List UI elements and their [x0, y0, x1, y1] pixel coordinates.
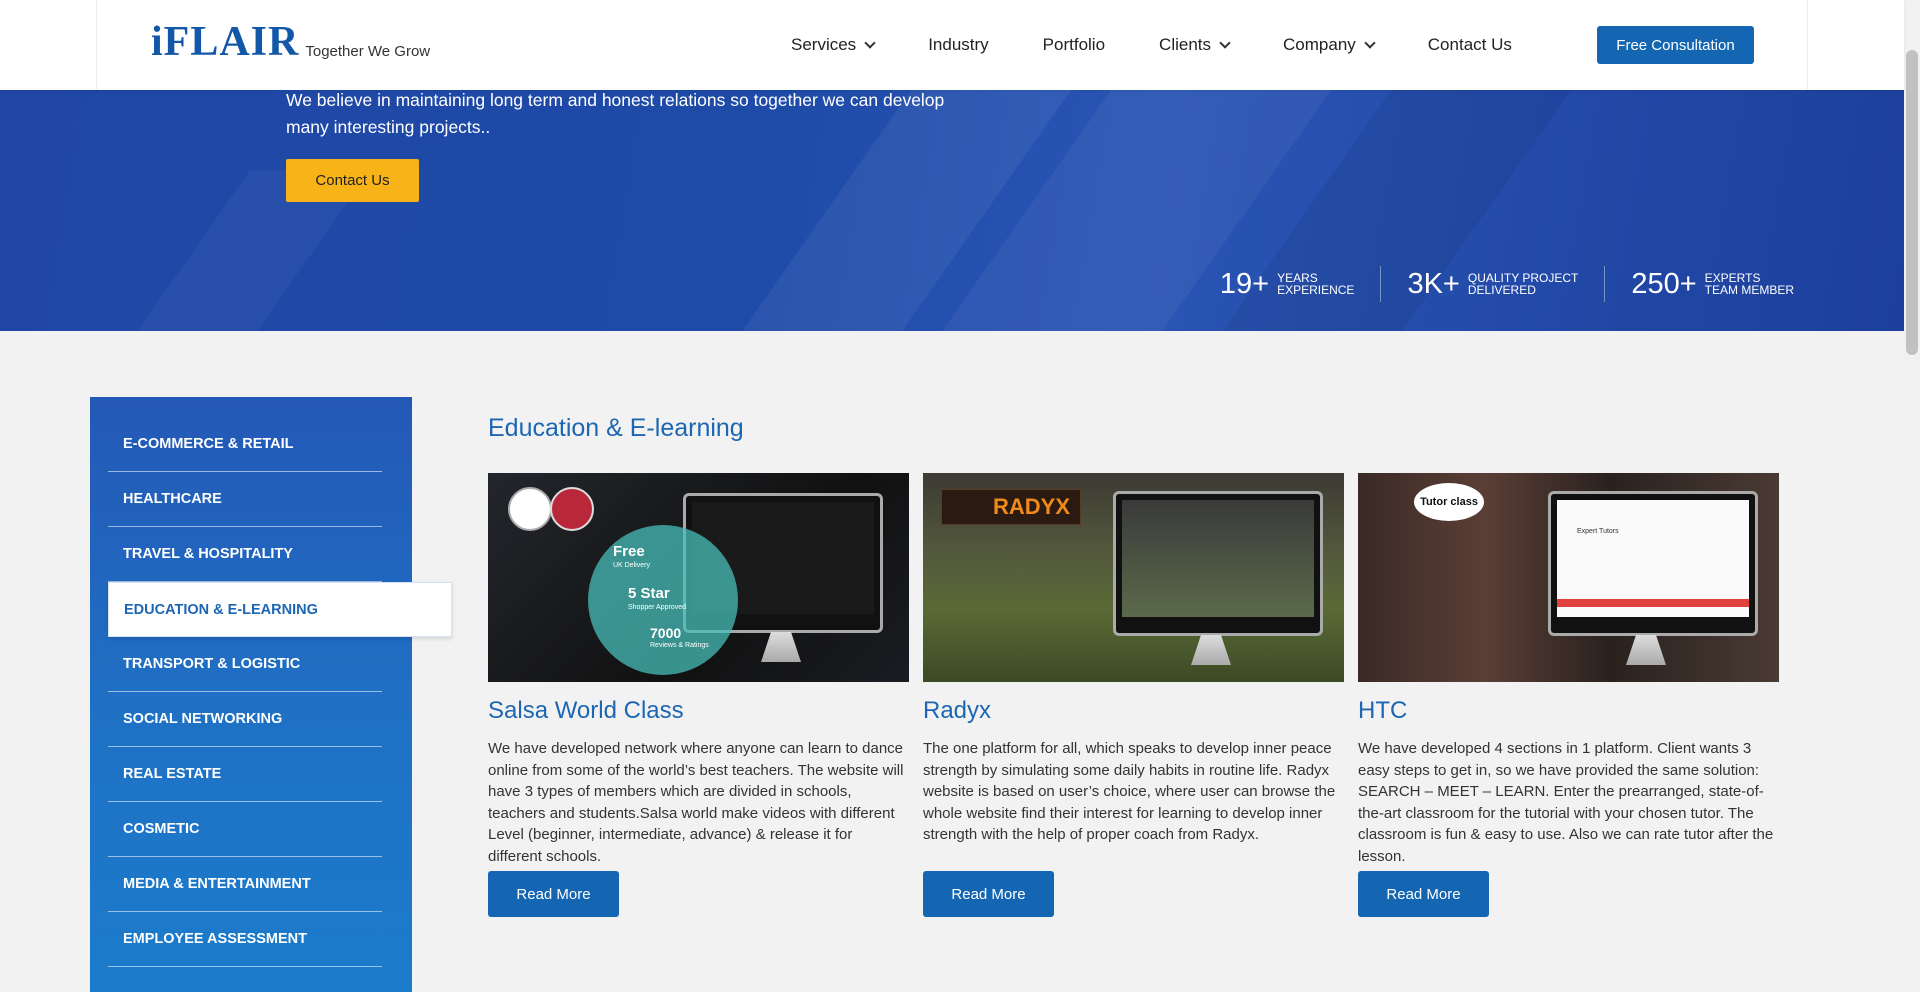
- sidebar-item-real-estate[interactable]: REAL ESTATE: [108, 747, 382, 802]
- sidebar-item-education[interactable]: EDUCATION & E-LEARNING: [108, 582, 452, 637]
- site-header: iFLAIR Together We Grow Services Industr…: [0, 0, 1904, 90]
- sidebar-item-transport[interactable]: TRANSPORT & LOGISTIC: [108, 637, 382, 692]
- stats-bar: 19+ YEARS EXPERIENCE 3K+ QUALITY PROJECT D…: [1194, 266, 1820, 302]
- page-scrollbar[interactable]: [1904, 0, 1920, 992]
- nav-industry-label: Industry: [928, 35, 989, 54]
- monitor-stand: [1191, 635, 1231, 665]
- stat-label: EXPERTS TEAM MEMBER: [1705, 272, 1794, 296]
- screen-banner: [1557, 599, 1749, 607]
- tutor-class-logo: Tutor class: [1414, 483, 1484, 521]
- nav-company[interactable]: Company: [1283, 35, 1376, 55]
- salsa-logo-icon: [550, 487, 594, 531]
- monitor-image: [1113, 491, 1323, 665]
- stat-experts: 250+ EXPERTS TEAM MEMBER: [1604, 266, 1820, 302]
- card-description: The one platform for all, which speaks t…: [923, 740, 1336, 844]
- nav-services[interactable]: Services: [791, 35, 876, 55]
- stat-label-line: DELIVERED: [1467, 283, 1536, 297]
- promo-text: Shopper Approved: [628, 604, 686, 611]
- nav-clients-label: Clients: [1159, 35, 1212, 54]
- sidebar-item-media[interactable]: MEDIA & ENTERTAINMENT: [108, 857, 382, 912]
- promo-text: Reviews & Ratings: [650, 642, 709, 649]
- sidebar-item-travel[interactable]: TRAVEL & HOSPITALITY: [108, 527, 382, 582]
- read-more-button[interactable]: Read More: [923, 871, 1054, 917]
- main-nav: Services Industry Portfolio Clients Comp…: [791, 0, 1566, 90]
- hero-banner: We believe in maintaining long term and …: [0, 90, 1904, 331]
- portfolio-card-salsa: Free UK Delivery 5 Star Shopper Approved…: [488, 473, 909, 917]
- card-title[interactable]: HTC: [1358, 697, 1779, 730]
- stat-projects: 3K+ QUALITY PROJECT DELIVERED: [1380, 266, 1604, 302]
- screen-text: Expert Tutors: [1577, 528, 1619, 535]
- stat-label-line: EXPERIENCE: [1277, 283, 1355, 297]
- nav-contact-label: Contact Us: [1427, 35, 1512, 54]
- monitor-screen: [1122, 500, 1314, 617]
- logo-mark: iFLAIR: [151, 19, 300, 65]
- chevron-down-icon: [864, 36, 876, 49]
- card-title[interactable]: Salsa World Class: [488, 697, 909, 730]
- sidebar-item-ecommerce[interactable]: E-COMMERCE & RETAIL: [108, 417, 382, 472]
- header-container: iFLAIR Together We Grow Services Industr…: [96, 0, 1808, 90]
- promo-text: Free: [613, 543, 645, 560]
- free-consultation-button[interactable]: Free Consultation: [1597, 26, 1754, 64]
- radyx-project-image[interactable]: RADYX: [923, 473, 1344, 682]
- monitor-image: Expert Tutors: [1548, 491, 1758, 665]
- promo-text: 5 Star: [628, 585, 670, 602]
- monitor-stand: [1626, 635, 1666, 665]
- nav-portfolio-label: Portfolio: [1042, 35, 1106, 54]
- nav-company-label: Company: [1283, 35, 1356, 54]
- sidebar-item-cosmetic[interactable]: COSMETIC: [108, 802, 382, 857]
- chevron-down-icon: [1219, 36, 1231, 49]
- nav-contact[interactable]: Contact Us: [1428, 35, 1512, 55]
- stat-experience: 19+ YEARS EXPERIENCE: [1194, 266, 1381, 302]
- logo[interactable]: iFLAIR Together We Grow: [151, 19, 431, 65]
- industry-sidebar: E-COMMERCE & RETAIL HEALTHCARE TRAVEL & …: [90, 397, 452, 992]
- read-more-button[interactable]: Read More: [1358, 871, 1489, 917]
- card-title[interactable]: Radyx: [923, 697, 1344, 730]
- salsa-project-image[interactable]: Free UK Delivery 5 Star Shopper Approved…: [488, 473, 909, 682]
- monitor-screen: Expert Tutors: [1557, 500, 1749, 617]
- section-title: Education & E-learning: [488, 414, 744, 442]
- promo-text: 7000: [650, 625, 682, 641]
- monitor-stand: [761, 632, 801, 662]
- industry-list: E-COMMERCE & RETAIL HEALTHCARE TRAVEL & …: [108, 417, 452, 967]
- radyx-logo: RADYX: [941, 489, 1081, 525]
- stat-number: 3K+: [1407, 267, 1460, 300]
- sidebar-item-employee[interactable]: EMPLOYEE ASSESSMENT: [108, 912, 382, 967]
- card-description: We have developed 4 sections in 1 platfo…: [1358, 740, 1774, 865]
- stat-label-line: TEAM MEMBER: [1704, 283, 1794, 297]
- salsa-logo-icon: [508, 487, 552, 531]
- scrollbar-thumb[interactable]: [1906, 50, 1918, 355]
- hero-text: We believe in maintaining long term and …: [286, 90, 945, 137]
- portfolio-card-htc: Expert Tutors Tutor class HTC We have de…: [1358, 473, 1779, 917]
- nav-clients[interactable]: Clients: [1159, 35, 1231, 55]
- sidebar-item-social[interactable]: SOCIAL NETWORKING: [108, 692, 382, 747]
- stat-label: QUALITY PROJECT DELIVERED: [1468, 272, 1578, 296]
- stat-label: YEARS EXPERIENCE: [1277, 272, 1354, 296]
- chevron-down-icon: [1364, 36, 1376, 49]
- stat-number: 19+: [1219, 267, 1270, 300]
- nav-services-label: Services: [791, 35, 857, 54]
- card-description: We have developed network where anyone c…: [488, 740, 904, 865]
- stat-number: 250+: [1631, 267, 1697, 300]
- nav-industry[interactable]: Industry: [928, 35, 988, 55]
- promo-circle: Free UK Delivery 5 Star Shopper Approved…: [588, 525, 738, 675]
- logo-tagline: Together We Grow: [305, 43, 431, 60]
- promo-text: UK Delivery: [613, 562, 650, 569]
- hero-contact-button[interactable]: Contact Us: [286, 159, 419, 202]
- nav-portfolio[interactable]: Portfolio: [1043, 35, 1105, 55]
- portfolio-card-radyx: RADYX Radyx The one platform for all, wh…: [923, 473, 1344, 917]
- htc-project-image[interactable]: Expert Tutors Tutor class: [1358, 473, 1779, 682]
- sidebar-item-healthcare[interactable]: HEALTHCARE: [108, 472, 382, 527]
- read-more-button[interactable]: Read More: [488, 871, 619, 917]
